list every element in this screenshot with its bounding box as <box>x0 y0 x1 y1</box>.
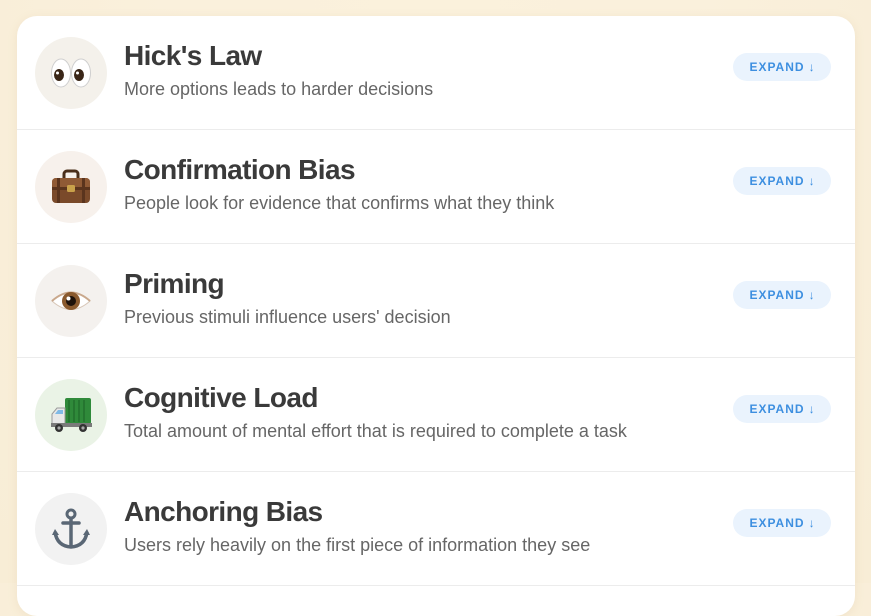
expand-button[interactable]: EXPAND ↓ <box>733 509 831 537</box>
expand-button-label: EXPAND <box>749 60 805 74</box>
arrow-down-icon: ↓ <box>808 288 815 302</box>
expand-button[interactable]: EXPAND ↓ <box>733 281 831 309</box>
expand-button-label: EXPAND <box>749 402 805 416</box>
list-item-hicks-law: Hick's Law More options leads to harder … <box>17 16 855 130</box>
expand-button[interactable]: EXPAND ↓ <box>733 167 831 195</box>
item-description: Previous stimuli influence users' decisi… <box>124 307 451 327</box>
item-title: Anchoring Bias <box>124 496 323 527</box>
list-item-priming: Priming Previous stimuli influence users… <box>17 244 855 358</box>
expand-button[interactable]: EXPAND ↓ <box>733 53 831 81</box>
arrow-down-icon: ↓ <box>808 516 815 530</box>
arrow-down-icon: ↓ <box>808 60 815 74</box>
list-item-anchoring-bias: Anchoring Bias Users rely heavily on the… <box>17 472 855 586</box>
item-description: People look for evidence that confirms w… <box>124 193 555 213</box>
item-title: Cognitive Load <box>124 382 318 413</box>
truck-icon <box>35 379 107 451</box>
arrow-down-icon: ↓ <box>808 402 815 416</box>
list-item-confirmation-bias: Confirmation Bias People look for eviden… <box>17 130 855 244</box>
item-title: Hick's Law <box>124 40 262 71</box>
eyes-icon <box>35 37 107 109</box>
expand-button-label: EXPAND <box>749 516 805 530</box>
list-item-cognitive-load: Cognitive Load Total amount of mental ef… <box>17 358 855 472</box>
briefcase-icon <box>35 151 107 223</box>
anchor-icon <box>35 493 107 565</box>
arrow-down-icon: ↓ <box>808 174 815 188</box>
expand-button[interactable]: EXPAND ↓ <box>733 395 831 423</box>
item-description: Users rely heavily on the first piece of… <box>124 535 591 555</box>
principles-card: Hick's Law More options leads to harder … <box>17 16 855 616</box>
eye-icon <box>35 265 107 337</box>
item-description: More options leads to harder decisions <box>124 79 434 99</box>
item-title: Confirmation Bias <box>124 154 356 185</box>
item-description: Total amount of mental effort that is re… <box>124 421 627 441</box>
expand-button-label: EXPAND <box>749 174 805 188</box>
expand-button-label: EXPAND <box>749 288 805 302</box>
item-title: Priming <box>124 268 225 299</box>
